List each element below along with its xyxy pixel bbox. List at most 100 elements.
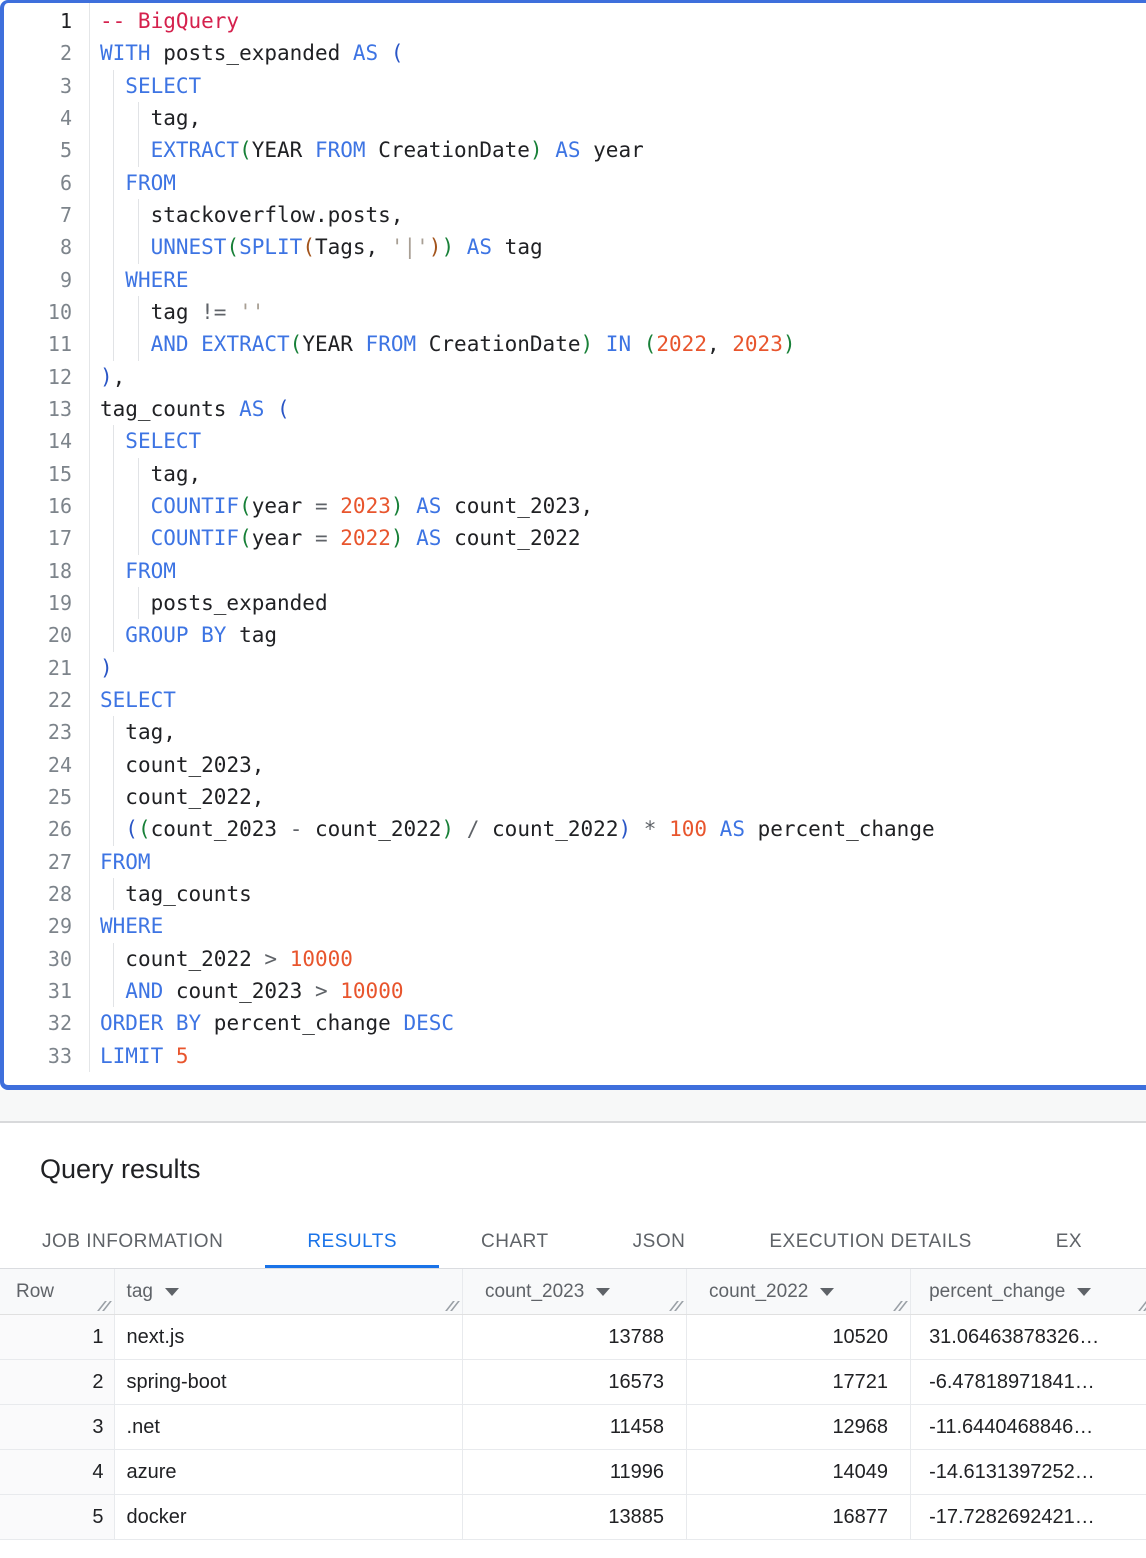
table-cell: 31.06463878326… [911,1315,1146,1359]
row-number-cell: 5 [0,1495,115,1539]
code-line[interactable]: 11 AND EXTRACT(YEAR FROM CreationDate) I… [4,328,1146,360]
code-line[interactable]: 26 ((count_2023 - count_2022) / count_20… [4,813,1146,845]
line-number: 8 [4,231,72,263]
column-resize-handle-icon[interactable] [1142,1301,1146,1311]
code-line[interactable]: 10 tag != '' [4,296,1146,328]
code-line[interactable]: 4 tag, [4,102,1146,134]
code-line[interactable]: 32ORDER BY percent_change DESC [4,1007,1146,1039]
table-row: 5docker1388516877-17.7282692421… [0,1495,1146,1540]
line-number: 16 [4,490,72,522]
code-line[interactable]: 19 posts_expanded [4,587,1146,619]
code-line[interactable]: 1-- BigQuery [4,5,1146,37]
code-line[interactable]: 3 SELECT [4,70,1146,102]
table-cell: 13885 [463,1495,687,1539]
column-header-label: count_2022 [709,1281,808,1303]
sql-editor[interactable]: 1-- BigQuery2WITH posts_expanded AS (3 S… [0,0,1146,1090]
code-line-text: tag, [100,458,201,490]
code-line-text: WHERE [100,264,189,296]
tab-label: CHART [481,1231,549,1253]
table-row: 3.net1145812968-11.6440468846… [0,1405,1146,1450]
code-line[interactable]: 5 EXTRACT(YEAR FROM CreationDate) AS yea… [4,134,1146,166]
table-cell: -14.6131397252… [911,1450,1146,1494]
code-line-text: FROM [100,846,151,878]
line-number: 20 [4,619,72,651]
column-header-count_2022[interactable]: count_2022 [687,1269,911,1314]
code-line[interactable]: 31 AND count_2023 > 10000 [4,975,1146,1007]
line-number: 18 [4,555,72,587]
code-line[interactable]: 13tag_counts AS ( [4,393,1146,425]
code-line[interactable]: 12), [4,361,1146,393]
column-header-tag[interactable]: tag [115,1269,463,1314]
table-cell: azure [115,1450,463,1494]
tab-execution-details[interactable]: EXECUTION DETAILS [727,1215,1013,1268]
tab-label: EX [1056,1231,1082,1253]
code-line[interactable]: 21) [4,652,1146,684]
code-line-text: WITH posts_expanded AS ( [100,37,403,69]
code-line[interactable]: 23 tag, [4,716,1146,748]
line-number: 14 [4,425,72,457]
tab-chart[interactable]: CHART [439,1215,591,1268]
code-line[interactable]: 24 count_2023, [4,749,1146,781]
line-number: 29 [4,910,72,942]
code-line[interactable]: 27FROM [4,846,1146,878]
code-line-text: SELECT [100,425,201,457]
code-line[interactable]: 28 tag_counts [4,878,1146,910]
code-line-text: tag_counts [100,878,252,910]
code-line[interactable]: 9 WHERE [4,264,1146,296]
line-number: 6 [4,167,72,199]
code-line[interactable]: 14 SELECT [4,425,1146,457]
code-line[interactable]: 33LIMIT 5 [4,1040,1146,1072]
code-line-text: AND count_2023 > 10000 [100,975,403,1007]
code-line[interactable]: 20 GROUP BY tag [4,619,1146,651]
column-resize-handle-icon[interactable] [673,1301,680,1311]
code-line[interactable]: 16 COUNTIF(year = 2023) AS count_2023, [4,490,1146,522]
column-header-percent_change[interactable]: percent_change [911,1269,1146,1314]
column-header-label: count_2023 [485,1281,584,1303]
code-line-text: LIMIT 5 [100,1040,189,1072]
line-number: 21 [4,652,72,684]
table-cell: 16573 [463,1360,687,1404]
line-number: 7 [4,199,72,231]
results-table-body: 1next.js137881052031.06463878326…2spring… [0,1315,1146,1540]
code-line-text: SELECT [100,684,176,716]
column-resize-handle-icon[interactable] [449,1301,456,1311]
column-header-label: Row [16,1281,54,1303]
tab-json[interactable]: JSON [591,1215,728,1268]
line-number: 1 [4,5,72,37]
code-line-text: WHERE [100,910,163,942]
line-number: 30 [4,943,72,975]
tab-job-information[interactable]: JOB INFORMATION [0,1215,265,1268]
table-cell: 11458 [463,1405,687,1449]
column-resize-handle-icon[interactable] [101,1301,108,1311]
line-number: 24 [4,749,72,781]
code-line[interactable]: 17 COUNTIF(year = 2022) AS count_2022 [4,522,1146,554]
code-line[interactable]: 22SELECT [4,684,1146,716]
code-lines-container: 1-- BigQuery2WITH posts_expanded AS (3 S… [4,3,1146,1072]
tab-ex[interactable]: EX [1014,1215,1124,1268]
column-header-label: tag [127,1281,153,1303]
line-number: 11 [4,328,72,360]
code-line[interactable]: 8 UNNEST(SPLIT(Tags, '|')) AS tag [4,231,1146,263]
code-line[interactable]: 15 tag, [4,458,1146,490]
code-line[interactable]: 29 WHERE [4,910,1146,942]
results-tab-bar: JOB INFORMATIONRESULTS CHART JSONEXECUTION… [0,1215,1146,1269]
table-row: 4azure1199614049-14.6131397252… [0,1450,1146,1495]
column-header-count_2023[interactable]: count_2023 [463,1269,687,1314]
line-number: 3 [4,70,72,102]
code-line[interactable]: 18 FROM [4,555,1146,587]
code-line-text: posts_expanded [100,587,328,619]
code-line[interactable]: 6 FROM [4,167,1146,199]
code-line-text: COUNTIF(year = 2023) AS count_2023, [100,490,593,522]
code-line[interactable]: 30 count_2022 > 10000 [4,943,1146,975]
column-resize-handle-icon[interactable] [897,1301,904,1311]
line-number: 13 [4,393,72,425]
code-line[interactable]: 2WITH posts_expanded AS ( [4,37,1146,69]
code-line[interactable]: 25 count_2022, [4,781,1146,813]
code-line-text: tag, [100,716,176,748]
code-line[interactable]: 7 stackoverflow.posts, [4,199,1146,231]
line-number: 17 [4,522,72,554]
tab-results[interactable]: RESULTS [265,1215,439,1268]
code-line-text: AND EXTRACT(YEAR FROM CreationDate) IN (… [100,328,796,360]
table-cell: docker [115,1495,463,1539]
line-number: 12 [4,361,72,393]
